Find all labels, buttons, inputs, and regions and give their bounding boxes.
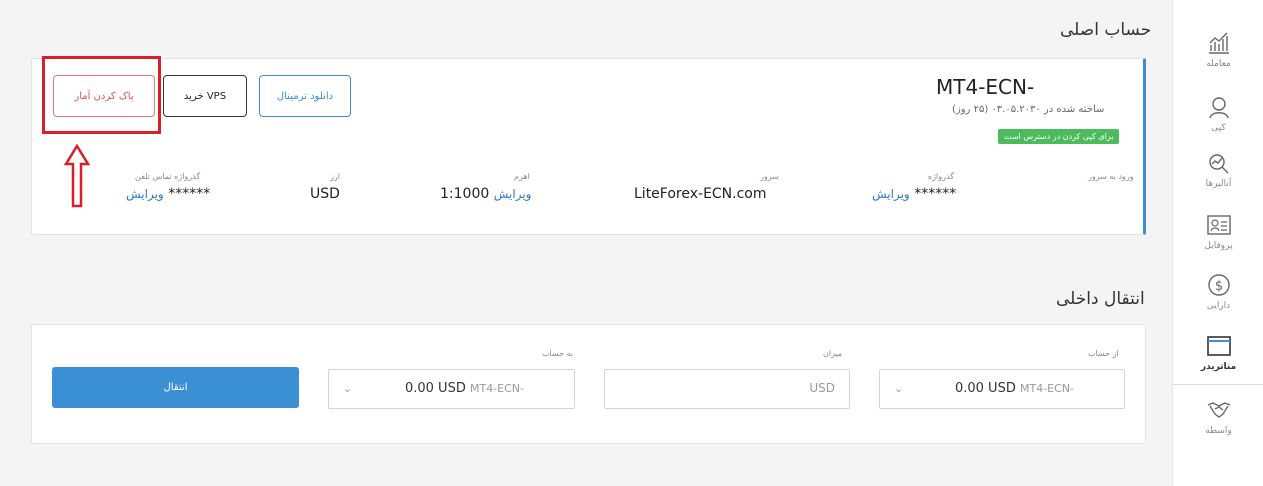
to-account-label: به حساب — [542, 349, 574, 358]
annotation-highlight-box — [42, 56, 161, 134]
currency-label: ارز — [330, 172, 340, 181]
window-icon — [1206, 336, 1231, 356]
buy-vps-button[interactable]: خرید VPS — [163, 75, 247, 117]
sidebar-item-metatrader[interactable]: متاتریدر — [1173, 333, 1263, 372]
phone-password-field: ویرایش ****** — [126, 186, 210, 202]
internal-transfer-title: انتقال داخلی — [1056, 289, 1145, 309]
svg-text:$: $ — [1214, 279, 1222, 294]
chevron-down-icon: ⌄ — [894, 382, 904, 395]
sidebar-item-label: پروفایل — [1204, 241, 1233, 251]
phone-password-label: گذرواژه تماس تلفن — [135, 172, 201, 181]
trade-chart-icon — [1208, 32, 1229, 54]
sidebar-item-copy[interactable]: کپی — [1173, 94, 1263, 133]
sidebar-item-label: دارایی — [1206, 301, 1231, 311]
password-value: ****** — [914, 186, 957, 202]
handshake-icon — [1207, 402, 1230, 418]
sidebar-item-label: معامله — [1206, 59, 1231, 69]
copy-person-icon — [1208, 97, 1229, 119]
currency-value: USD — [310, 186, 340, 202]
to-account-select[interactable]: ⌄ 0.00 USD MT4-ECN- — [328, 369, 575, 409]
server-label: سرور — [760, 172, 779, 181]
server-login-label: ورود به سرور — [1088, 172, 1134, 181]
sidebar-divider — [1173, 384, 1263, 385]
to-account-name: MT4-ECN- — [469, 382, 524, 395]
download-terminal-button[interactable]: دانلود ترمینال — [259, 75, 351, 117]
profile-card-icon — [1206, 215, 1231, 235]
sidebar-item-label: واسطه — [1205, 426, 1232, 436]
main-sidebar: معامله کپی آنالیزها پروفایل $ دارایی متا… — [1172, 0, 1263, 486]
account-name: MT4-ECN- — [936, 75, 1035, 99]
phone-password-edit-link[interactable]: ویرایش — [126, 187, 164, 201]
up-arrow-icon — [64, 144, 90, 208]
main-account-card: MT4-ECN- ساخته شده در ۰۳.۰۵.۲۰۳۰ (۲۵ روز… — [31, 58, 1146, 235]
transfer-submit-button[interactable]: انتقال — [52, 367, 299, 408]
from-account-label: از حساب — [1088, 349, 1119, 358]
password-field: ویرایش ****** — [872, 186, 956, 202]
analysis-icon — [1208, 154, 1228, 174]
sidebar-item-profile[interactable]: پروفایل — [1173, 212, 1263, 251]
amount-currency: USD — [809, 381, 835, 395]
sidebar-item-partner[interactable]: واسطه — [1173, 397, 1263, 436]
password-edit-link[interactable]: ویرایش — [872, 187, 910, 201]
leverage-field: ویرایش 1:1000 — [440, 186, 531, 202]
leverage-value: 1:1000 — [440, 186, 490, 202]
amount-input[interactable]: USD — [604, 369, 850, 409]
phone-password-value: ****** — [168, 186, 211, 202]
from-balance: 0.00 USD — [954, 381, 1016, 396]
to-balance: 0.00 USD — [404, 381, 466, 396]
sidebar-item-analysis[interactable]: آنالیزها — [1173, 150, 1263, 189]
chevron-down-icon: ⌄ — [343, 382, 353, 395]
password-label: گذرواژه — [928, 172, 955, 181]
amount-label: میزان — [823, 349, 843, 358]
main-account-title: حساب اصلی — [1060, 20, 1152, 40]
from-account-name: MT4-ECN- — [1019, 382, 1074, 395]
leverage-edit-link[interactable]: ویرایش — [494, 187, 532, 201]
dollar-coin-icon: $ — [1207, 274, 1230, 296]
sidebar-item-label: آنالیزها — [1205, 179, 1232, 189]
sidebar-item-label: متاتریدر — [1200, 362, 1237, 372]
from-account-select[interactable]: ⌄ 0.00 USD MT4-ECN- — [879, 369, 1125, 409]
copy-available-badge: برای کپی کردن در دسترس است — [998, 129, 1120, 144]
sidebar-item-trade[interactable]: معامله — [1173, 30, 1263, 69]
sidebar-item-assets[interactable]: $ دارایی — [1173, 272, 1263, 311]
sidebar-item-label: کپی — [1211, 123, 1226, 133]
leverage-label: اهرم — [514, 172, 530, 181]
server-value: LiteForex-ECN.com — [634, 186, 767, 202]
account-created-date: ساخته شده در ۰۳.۰۵.۲۰۳۰ (۲۵ روز) — [952, 104, 1105, 115]
